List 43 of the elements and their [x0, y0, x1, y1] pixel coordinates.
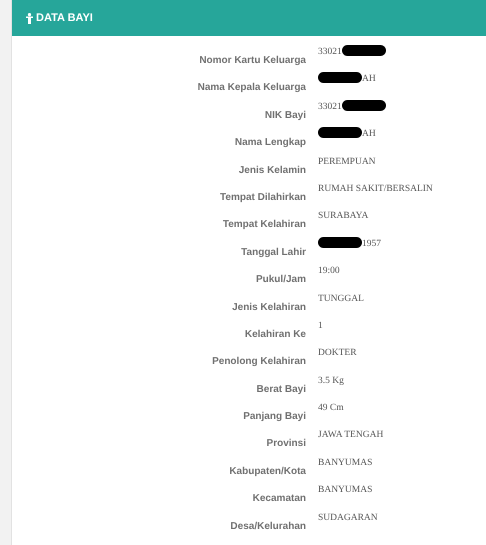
field-label: Pukul/Jam — [254, 273, 306, 288]
redaction-mark — [342, 45, 386, 56]
field-label: Desa/Kelurahan — [229, 520, 306, 534]
field-label: Penolong Kelahiran — [211, 355, 306, 370]
field-label: Kecamatan — [252, 492, 306, 506]
field-value: SUDAGARAN — [318, 512, 378, 523]
redaction-mark — [318, 236, 362, 248]
field-value: SURABAYA — [318, 211, 368, 222]
field-label: Tanggal Lahir — [240, 246, 306, 260]
redaction-mark — [318, 72, 362, 84]
field-value: 49 Cm — [318, 403, 344, 414]
redaction-mark — [342, 100, 386, 111]
field-value: DOKTER — [318, 348, 357, 358]
field-value: 19:00 — [318, 266, 340, 276]
field-value: 33021 — [318, 47, 342, 57]
field-label: Tempat Dilahirkan — [219, 190, 306, 205]
field-label: Kelahiran Ke — [244, 328, 306, 342]
field-label: Nama Kepala Keluarga — [196, 81, 306, 96]
field-label: Nomor Kartu Keluarga — [198, 54, 306, 68]
person-icon — [26, 12, 33, 24]
field-value: RUMAH SAKIT/BERSALIN — [318, 184, 433, 194]
field-value: BANYUMAS — [318, 458, 372, 468]
field-value: 33021 — [318, 102, 342, 112]
field-value: 3.5 Kg — [318, 376, 344, 386]
field-label: Tempat Kelahiran — [222, 218, 306, 232]
field-value: PEREMPUAN — [318, 156, 376, 167]
field-value: 1957 — [362, 238, 381, 249]
field-label: Provinsi — [266, 437, 306, 452]
redaction-mark — [318, 127, 362, 138]
field-value: 1 — [318, 320, 323, 331]
field-label: Berat Bayi — [256, 382, 306, 397]
field-label: NIK Bayi — [264, 108, 306, 123]
field-value: AH — [362, 74, 376, 84]
field-value: TUNGGAL — [318, 294, 364, 304]
field-label: Jenis Kelahiran — [231, 300, 306, 315]
field-label: Nama Lengkap — [234, 136, 306, 150]
field-value: AH — [362, 129, 376, 140]
panel-title: DATA BAYI — [36, 12, 93, 24]
field-value: BANYUMAS — [318, 485, 372, 496]
field-value: JAWA TENGAH — [318, 430, 384, 440]
field-label: Jenis Kelamin — [238, 164, 306, 178]
field-label: Kabupaten/Kota — [228, 464, 306, 479]
field-label: Panjang Bayi — [242, 410, 306, 424]
